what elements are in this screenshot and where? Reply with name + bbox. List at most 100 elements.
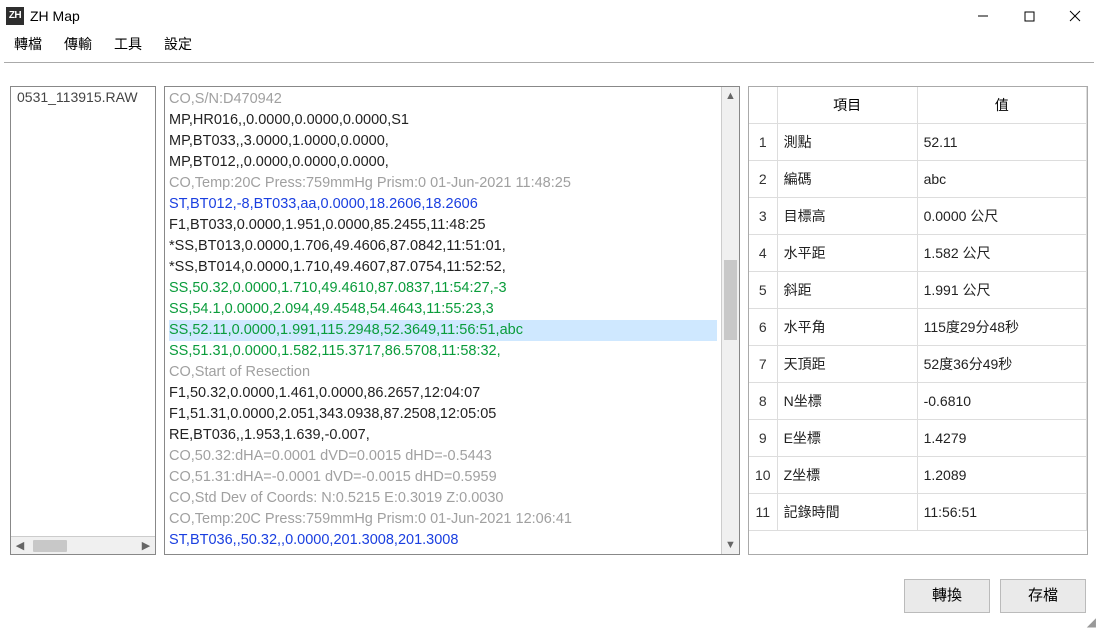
row-index: 6 (749, 309, 777, 346)
details-header-idx (749, 87, 777, 124)
row-key: 目標高 (777, 198, 917, 235)
raw-line[interactable]: SS,51.31,0.0000,1.582,115.3717,86.5708,1… (169, 341, 717, 362)
bottom-button-bar: 轉換 存檔 (904, 579, 1086, 613)
raw-line[interactable]: SS,50.32,0.0000,1.710,49.4610,87.0837,11… (169, 278, 717, 299)
raw-line[interactable]: MP,BT033,,3.0000,1.0000,0.0000, (169, 131, 717, 152)
row-value: 11:56:51 (917, 494, 1086, 531)
row-key: 水平距 (777, 235, 917, 272)
table-row[interactable]: 6水平角115度29分48秒 (749, 309, 1087, 346)
raw-line[interactable]: CO,Temp:20C Press:759mmHg Prism:0 01-Jun… (169, 173, 717, 194)
raw-data-list[interactable]: CO,S/N:D470942MP,HR016,,0.0000,0.0000,0.… (165, 87, 721, 554)
row-value: 52度36分49秒 (917, 346, 1086, 383)
raw-line[interactable]: SS,52.11,0.0000,1.991,115.2948,52.3649,1… (169, 320, 717, 341)
window-title: ZH Map (30, 8, 80, 24)
row-value: 115度29分48秒 (917, 309, 1086, 346)
menu-divider (4, 62, 1094, 63)
row-index: 10 (749, 457, 777, 494)
row-key: E坐標 (777, 420, 917, 457)
raw-line[interactable]: *SS,BT014,0.0000,1.710,49.4607,87.0754,1… (169, 257, 717, 278)
row-index: 9 (749, 420, 777, 457)
row-value: 1.2089 (917, 457, 1086, 494)
row-index: 11 (749, 494, 777, 531)
row-value: 1.4279 (917, 420, 1086, 457)
raw-line[interactable]: CO,50.32:dHA=0.0001 dVD=0.0015 dHD=-0.54… (169, 446, 717, 467)
table-row[interactable]: 2編碼abc (749, 161, 1087, 198)
table-row[interactable]: 1測點52.11 (749, 124, 1087, 161)
convert-button[interactable]: 轉換 (904, 579, 990, 613)
vscroll-track[interactable] (722, 105, 739, 536)
row-index: 8 (749, 383, 777, 420)
details-header-row: 項目 值 (749, 87, 1087, 124)
row-value: 1.582 公尺 (917, 235, 1086, 272)
table-row[interactable]: 3目標高0.0000 公尺 (749, 198, 1087, 235)
row-index: 4 (749, 235, 777, 272)
row-key: 斜距 (777, 272, 917, 309)
maximize-button[interactable] (1006, 0, 1052, 32)
raw-line[interactable]: ST,BT012,-8,BT033,aa,0.0000,18.2606,18.2… (169, 194, 717, 215)
row-value: abc (917, 161, 1086, 198)
scroll-right-icon[interactable]: ▶ (137, 539, 155, 552)
raw-line[interactable]: *SS,BT013,0.0000,1.706,49.4606,87.0842,1… (169, 236, 717, 257)
file-list[interactable]: 0531_113915.RAW (11, 87, 155, 536)
table-row[interactable]: 5斜距1.991 公尺 (749, 272, 1087, 309)
row-index: 7 (749, 346, 777, 383)
scroll-up-icon[interactable]: ▲ (725, 87, 736, 105)
file-list-hscrollbar[interactable]: ◀ ▶ (11, 536, 155, 554)
details-header-value: 值 (917, 87, 1086, 124)
table-row[interactable]: 7天頂距52度36分49秒 (749, 346, 1087, 383)
raw-data-pane: CO,S/N:D470942MP,HR016,,0.0000,0.0000,0.… (164, 86, 740, 555)
raw-line[interactable]: F1,51.31,0.0000,2.051,343.0938,87.2508,1… (169, 404, 717, 425)
table-row[interactable]: 8N坐標-0.6810 (749, 383, 1087, 420)
row-index: 5 (749, 272, 777, 309)
title-bar: ZH ZH Map (0, 0, 1098, 32)
details-header-item: 項目 (777, 87, 917, 124)
file-item[interactable]: 0531_113915.RAW (11, 87, 155, 107)
main-content: 0531_113915.RAW ◀ ▶ CO,S/N:D470942MP,HR0… (10, 86, 1088, 555)
raw-line[interactable]: MP,BT012,,0.0000,0.0000,0.0000, (169, 152, 717, 173)
table-row[interactable]: 10Z坐標1.2089 (749, 457, 1087, 494)
details-table: 項目 值 1測點52.112編碼abc3目標高0.0000 公尺4水平距1.58… (749, 87, 1087, 531)
row-key: 測點 (777, 124, 917, 161)
raw-line[interactable]: MP,HR016,,0.0000,0.0000,0.0000,S1 (169, 110, 717, 131)
save-button[interactable]: 存檔 (1000, 579, 1086, 613)
vscroll-thumb[interactable] (724, 260, 737, 340)
row-key: 記錄時間 (777, 494, 917, 531)
window-controls (960, 0, 1098, 32)
raw-line[interactable]: F1,50.32,0.0000,1.461,0.0000,86.2657,12:… (169, 383, 717, 404)
raw-line[interactable]: CO,Start of Resection (169, 362, 717, 383)
close-button[interactable] (1052, 0, 1098, 32)
file-list-pane: 0531_113915.RAW ◀ ▶ (10, 86, 156, 555)
row-value: 52.11 (917, 124, 1086, 161)
raw-line[interactable]: RE,BT036,,1.953,1.639,-0.007, (169, 425, 717, 446)
scroll-left-icon[interactable]: ◀ (11, 539, 29, 552)
table-row[interactable]: 4水平距1.582 公尺 (749, 235, 1087, 272)
minimize-button[interactable] (960, 0, 1006, 32)
raw-vscrollbar[interactable]: ▲ ▼ (721, 87, 739, 554)
row-key: 水平角 (777, 309, 917, 346)
hscroll-thumb[interactable] (33, 540, 67, 552)
menu-tools[interactable]: 工具 (104, 32, 152, 56)
raw-line[interactable]: CO,S/N:D470942 (169, 89, 717, 110)
menu-transfer[interactable]: 傳輸 (54, 32, 102, 56)
raw-line[interactable]: ST,BT036,,50.32,,0.0000,201.3008,201.300… (169, 530, 717, 551)
menu-convert[interactable]: 轉檔 (4, 32, 52, 56)
row-value: -0.6810 (917, 383, 1086, 420)
resize-grip-icon[interactable]: ◢ (1082, 615, 1096, 629)
details-pane: 項目 值 1測點52.112編碼abc3目標高0.0000 公尺4水平距1.58… (748, 86, 1088, 555)
row-index: 1 (749, 124, 777, 161)
table-row[interactable]: 9E坐標1.4279 (749, 420, 1087, 457)
table-row[interactable]: 11記錄時間11:56:51 (749, 494, 1087, 531)
row-index: 3 (749, 198, 777, 235)
raw-line[interactable]: CO,Std Dev of Coords: N:0.5215 E:0.3019 … (169, 488, 717, 509)
row-key: 天頂距 (777, 346, 917, 383)
menu-bar: 轉檔 傳輸 工具 設定 (0, 32, 1098, 56)
raw-line[interactable]: F1,BT033,0.0000,1.951,0.0000,85.2455,11:… (169, 215, 717, 236)
menu-settings[interactable]: 設定 (154, 32, 202, 56)
scroll-down-icon[interactable]: ▼ (725, 536, 736, 554)
raw-line[interactable]: CO,Temp:20C Press:759mmHg Prism:0 01-Jun… (169, 509, 717, 530)
row-value: 1.991 公尺 (917, 272, 1086, 309)
raw-line[interactable]: SS,54.1,0.0000,2.094,49.4548,54.4643,11:… (169, 299, 717, 320)
raw-line[interactable]: CO,51.31:dHA=-0.0001 dVD=-0.0015 dHD=0.5… (169, 467, 717, 488)
row-key: Z坐標 (777, 457, 917, 494)
row-index: 2 (749, 161, 777, 198)
